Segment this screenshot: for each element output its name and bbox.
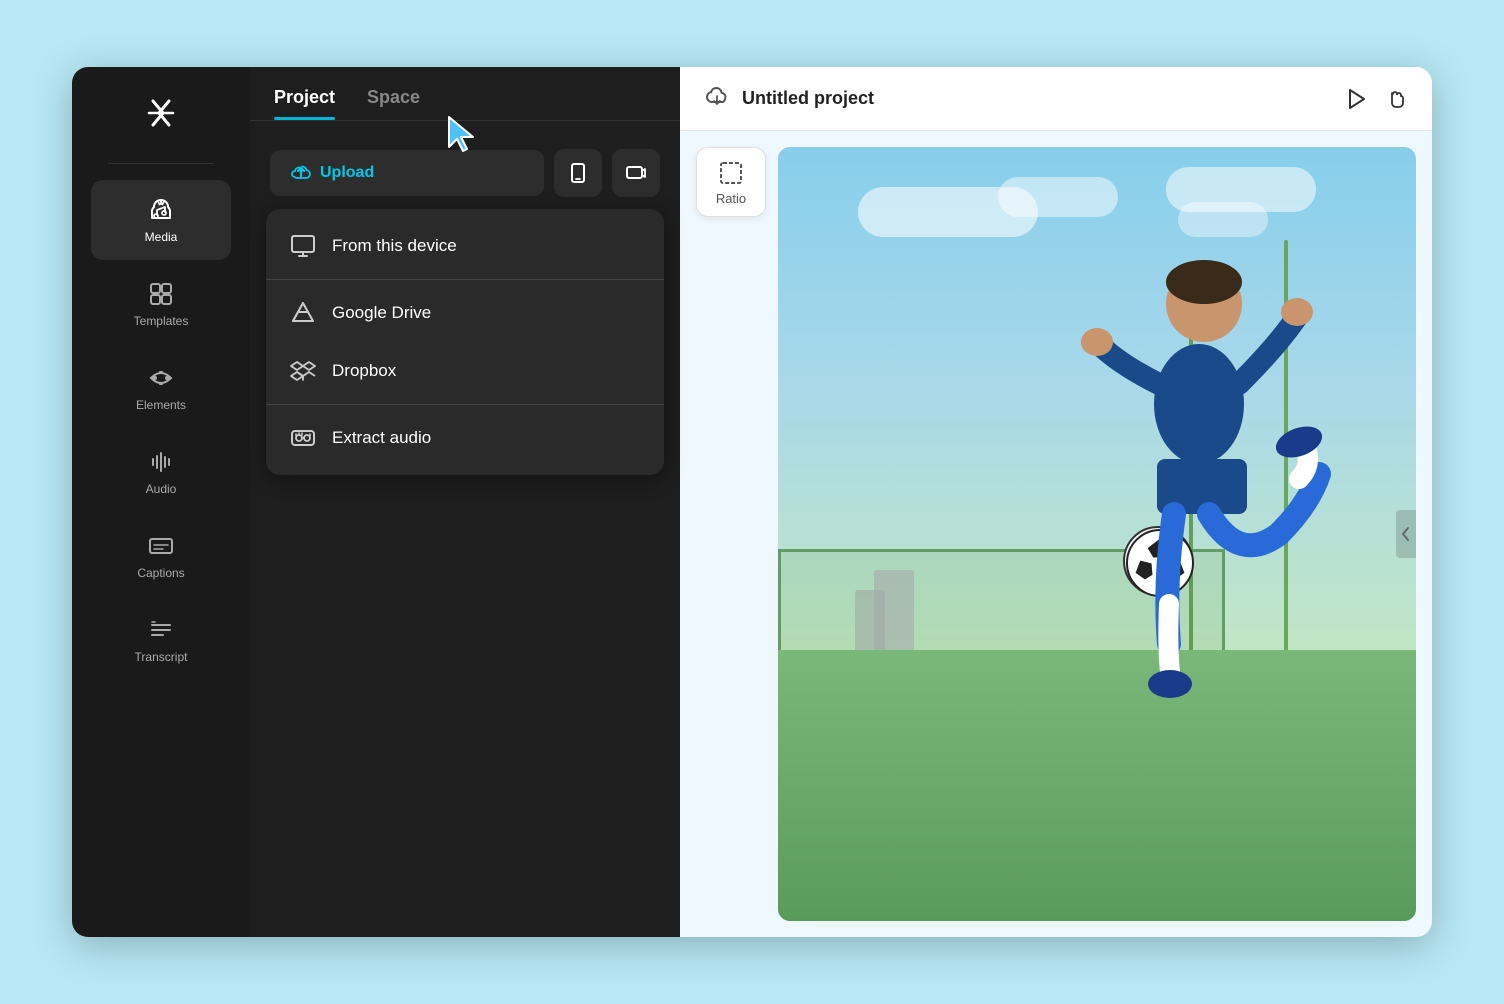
upload-icon: [290, 162, 312, 184]
extract-audio-label: Extract audio: [332, 428, 431, 448]
from-device-label: From this device: [332, 236, 457, 256]
sidebar-divider: [108, 163, 215, 164]
panel-tabs: Project Space: [250, 67, 680, 120]
drive-icon: [290, 300, 316, 326]
panel: Project Space Upload: [250, 67, 680, 937]
sidebar-templates-label: Templates: [134, 314, 189, 328]
panel-tab-divider: [250, 120, 680, 121]
main-header: Untitled project: [680, 67, 1432, 131]
sidebar-item-elements[interactable]: Elements: [91, 348, 231, 428]
sidebar-audio-label: Audio: [146, 482, 177, 496]
dropbox-icon: [290, 358, 316, 384]
play-icon: [1344, 87, 1368, 111]
phone-icon-button[interactable]: [554, 149, 602, 197]
screen-record-button[interactable]: [612, 149, 660, 197]
phone-icon: [567, 162, 589, 184]
canvas-preview: [778, 147, 1416, 921]
cloud-2: [998, 177, 1118, 217]
tab-project[interactable]: Project: [274, 87, 335, 120]
sidebar-item-captions[interactable]: Captions: [91, 516, 231, 596]
tab-space[interactable]: Space: [367, 87, 420, 120]
project-title: Untitled project: [742, 88, 874, 109]
sidebar-item-templates[interactable]: Templates: [91, 264, 231, 344]
ratio-button[interactable]: Ratio: [696, 147, 766, 217]
dropdown-sep-2: [266, 404, 664, 405]
cloud-4: [1166, 167, 1316, 212]
upload-button-label: Upload: [320, 164, 374, 182]
canvas-tools: Ratio: [696, 147, 766, 921]
dropdown-item-extract-audio[interactable]: Extract audio: [266, 409, 664, 467]
soccer-background: [778, 147, 1416, 921]
main-content: Untitled project: [680, 67, 1432, 937]
canvas-area: Ratio: [680, 131, 1432, 937]
ratio-label: Ratio: [716, 191, 746, 206]
dropdown-item-from-device[interactable]: From this device: [266, 217, 664, 275]
header-left: Untitled project: [704, 83, 874, 114]
sidebar-elements-label: Elements: [136, 398, 186, 412]
dropbox-label: Dropbox: [332, 361, 396, 381]
player-svg: [1039, 224, 1339, 704]
app-logo: [139, 91, 183, 135]
upload-button[interactable]: Upload: [270, 150, 544, 196]
ratio-icon: [717, 159, 745, 187]
header-right: [1344, 87, 1408, 111]
monitor-icon: [290, 233, 316, 259]
sidebar-item-media[interactable]: Media: [91, 180, 231, 260]
app-container: Media Templates Elements: [72, 67, 1432, 937]
screen-record-icon: [625, 162, 647, 184]
play-button[interactable]: [1344, 87, 1368, 111]
cursor-tool-button[interactable]: [1384, 87, 1408, 111]
dropdown-sep-1: [266, 279, 664, 280]
collapse-panel-button[interactable]: [1396, 510, 1416, 558]
upload-dropdown: From this device Google Drive: [266, 209, 664, 475]
hand-icon: [1384, 87, 1408, 111]
sidebar-captions-label: Captions: [137, 566, 184, 580]
cloud-save-icon: [704, 83, 730, 114]
sidebar-item-transcript[interactable]: Transcript: [91, 600, 231, 680]
google-drive-label: Google Drive: [332, 303, 431, 323]
extract-audio-icon: [290, 425, 316, 451]
sidebar-transcript-label: Transcript: [135, 650, 188, 664]
panel-actions: Upload: [250, 137, 680, 209]
dropdown-item-google-drive[interactable]: Google Drive: [266, 284, 664, 342]
sidebar-media-label: Media: [145, 230, 178, 244]
dropdown-item-dropbox[interactable]: Dropbox: [266, 342, 664, 400]
sidebar-item-audio[interactable]: Audio: [91, 432, 231, 512]
sidebar: Media Templates Elements: [72, 67, 250, 937]
